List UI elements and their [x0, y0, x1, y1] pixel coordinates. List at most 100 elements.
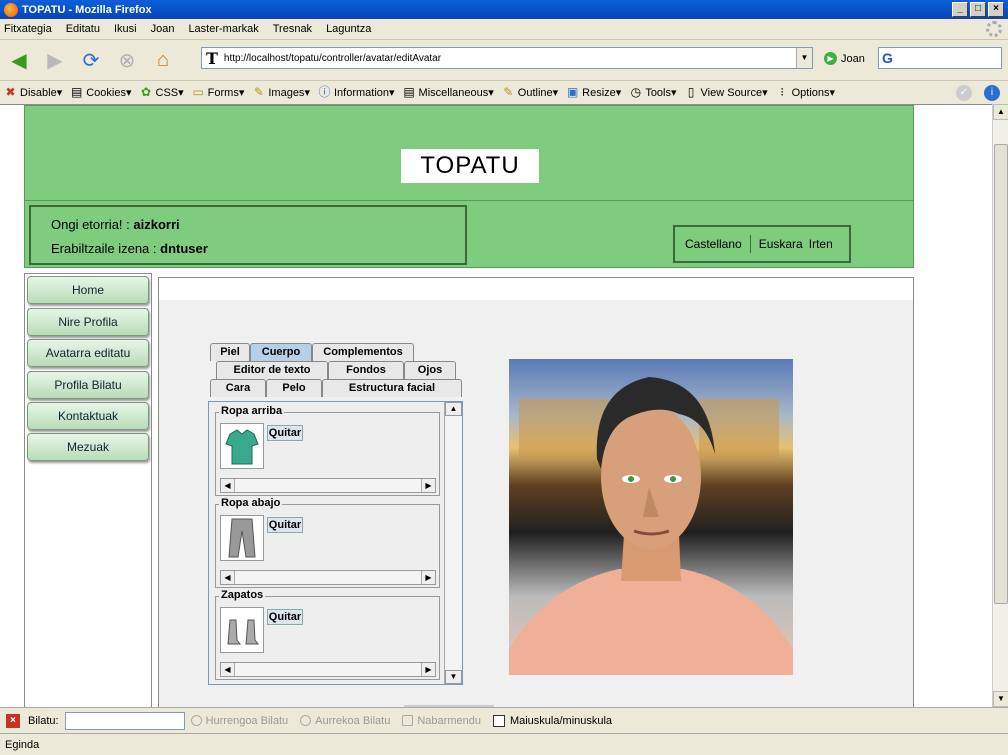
nav-edit-avatar-button[interactable]: Avatarra editatu [27, 339, 149, 367]
dev-information-menu[interactable]: ⓘ Information ▾ [318, 86, 394, 100]
menu-laster-markak[interactable]: Laster-markak [188, 23, 258, 35]
group-ropa-arriba: Ropa arriba Quitar ◀ ▶ [215, 405, 440, 496]
url-bar[interactable]: T http://localhost/topatu/controller/ava… [201, 47, 813, 69]
images-icon: ✎ [253, 85, 264, 99]
tab-editor-texto[interactable]: Editor de texto [216, 361, 328, 379]
tab-complementos[interactable]: Complementos [312, 343, 414, 361]
dev-options-menu[interactable]: ⁝ Options ▾ [776, 86, 835, 100]
firefox-icon [4, 2, 18, 17]
scroll-right-icon[interactable]: ▶ [421, 571, 435, 584]
page-scroll-down-icon[interactable]: ▼ [993, 691, 1008, 707]
scroll-right-icon[interactable]: ▶ [421, 663, 435, 676]
menu-fitxategia[interactable]: Fitxategia [4, 23, 52, 35]
menu-ikusi[interactable]: Ikusi [114, 23, 137, 35]
nav-profile-button[interactable]: Nire Profila [27, 308, 149, 336]
throbber-icon [986, 21, 1002, 37]
highlight-icon [402, 715, 414, 726]
scroll-left-icon[interactable]: ◀ [221, 663, 235, 676]
find-next-button[interactable]: Hurrengoa Bilatu [190, 715, 288, 727]
shirt-icon[interactable] [220, 423, 264, 469]
close-findbar-icon[interactable]: × [6, 713, 20, 728]
close-button[interactable]: × [988, 2, 1004, 17]
match-case-checkbox[interactable] [492, 714, 505, 727]
page-vertical-scrollbar[interactable]: ▲ ▼ [992, 104, 1008, 707]
tab-pelo[interactable]: Pelo [266, 379, 322, 397]
scroll-left-icon[interactable]: ◀ [221, 571, 235, 584]
outline-icon: ✎ [503, 85, 514, 99]
find-prev-button[interactable]: Aurrekoa Bilatu [300, 715, 390, 727]
tab-cuerpo[interactable]: Cuerpo [250, 343, 312, 361]
check-icon[interactable]: ✓ [956, 85, 972, 101]
home-icon[interactable]: ⌂ [150, 47, 176, 73]
tab-ojos[interactable]: Ojos [404, 361, 456, 379]
nav-search-profile-button[interactable]: Profila Bilatu [27, 371, 149, 399]
horizontal-scrollbar[interactable]: ◀ ▶ [220, 662, 436, 677]
minimize-button[interactable]: _ [952, 2, 968, 17]
group-title: Ropa arriba [219, 405, 285, 417]
dev-tools-menu[interactable]: ◷ Tools ▾ [629, 85, 677, 100]
dev-disable-menu[interactable]: ✖ Disable ▾ [4, 86, 62, 100]
nav-contacts-button[interactable]: Kontaktuak [27, 402, 149, 430]
panel-vertical-scrollbar[interactable]: ▲ ▼ [444, 402, 462, 684]
url-text[interactable]: http://localhost/topatu/controller/avata… [224, 53, 441, 64]
go-label: Joan [841, 52, 865, 65]
menu-tresnak[interactable]: Tresnak [273, 23, 312, 35]
site-icon: T [206, 48, 218, 68]
scroll-down-icon[interactable]: ▼ [445, 670, 462, 684]
tab-fondos[interactable]: Fondos [328, 361, 404, 379]
pants-icon[interactable] [220, 515, 264, 561]
dev-outline-menu[interactable]: ✎ Outline ▾ [502, 85, 558, 100]
reload-icon[interactable]: ⟳ [78, 47, 104, 73]
tools-icon: ◷ [630, 85, 642, 99]
page-scroll-up-icon[interactable]: ▲ [993, 104, 1008, 120]
dev-css-menu[interactable]: ✿ CSS ▾ [140, 86, 184, 100]
scroll-up-icon[interactable]: ▲ [445, 402, 462, 416]
tab-cara[interactable]: Cara [210, 379, 266, 397]
remove-shoes-button[interactable]: Quitar [267, 609, 303, 625]
highlight-button[interactable]: Nabarmendu [402, 715, 481, 727]
tab-piel[interactable]: Piel [210, 343, 250, 361]
welcome-user: aizkorri [133, 217, 180, 232]
scroll-right-icon[interactable]: ▶ [421, 479, 435, 492]
group-zapatos: Zapatos Quitar ◀ ▶ [215, 589, 440, 680]
remove-top-button[interactable]: Quitar [267, 425, 303, 441]
tab-estructura-facial[interactable]: Estructura facial [322, 379, 462, 397]
back-arrow-icon[interactable]: ◀ [6, 47, 32, 73]
forms-icon: ▭ [192, 85, 204, 99]
maximize-button[interactable]: □ [970, 2, 986, 17]
horizontal-scrollbar[interactable]: ◀ ▶ [220, 570, 436, 585]
info-icon[interactable]: i [984, 85, 1000, 101]
dev-miscellaneous-menu[interactable]: ▤ Miscellaneous ▾ [403, 86, 493, 100]
stop-icon[interactable]: ⊗ [114, 47, 140, 73]
dev-cookies-menu[interactable]: ▤ Cookies ▾ [70, 86, 131, 100]
nav-messages-button[interactable]: Mezuak [27, 433, 149, 461]
find-input[interactable] [64, 711, 185, 730]
lang-castellano-link[interactable]: Castellano [685, 237, 742, 251]
welcome-row: Ongi etorria! : aizkorri [51, 213, 445, 237]
page-scroll-thumb[interactable] [994, 144, 1008, 604]
scroll-left-icon[interactable]: ◀ [221, 479, 235, 492]
search-input[interactable]: G [878, 47, 1002, 69]
go-arrow-icon: ▶ [824, 52, 837, 65]
shoes-icon[interactable] [220, 607, 264, 653]
url-dropdown-icon[interactable]: ▼ [796, 48, 812, 68]
go-button[interactable]: ▶ Joan [824, 52, 865, 65]
forward-arrow-icon[interactable]: ▶ [42, 47, 68, 73]
nav-home-button[interactable]: Home [27, 276, 149, 304]
menu-laguntza[interactable]: Laguntza [326, 23, 371, 35]
dev-view-source-menu[interactable]: ▯ View Source ▾ [685, 86, 768, 100]
welcome-label: Ongi etorria! : [51, 217, 130, 232]
lang-euskara-link[interactable]: Euskara [759, 237, 803, 251]
avatar-figure [509, 377, 793, 675]
remove-bottom-button[interactable]: Quitar [267, 517, 303, 533]
menu-editatu[interactable]: Editatu [66, 23, 100, 35]
menu-joan[interactable]: Joan [151, 23, 175, 35]
dev-forms-menu[interactable]: ▭ Forms ▾ [192, 85, 244, 100]
dev-images-menu[interactable]: ✎ Images ▾ [252, 85, 310, 100]
page-viewport: TOPATU Ongi etorria! : aizkorri Erabiltz… [0, 104, 992, 707]
logout-link[interactable]: Irten [809, 237, 833, 251]
horizontal-scrollbar[interactable]: ◀ ▶ [220, 478, 436, 493]
site-logo: TOPATU [401, 149, 539, 183]
username-value: dntuser [160, 241, 208, 256]
dev-resize-menu[interactable]: ▣ Resize ▾ [566, 86, 621, 100]
